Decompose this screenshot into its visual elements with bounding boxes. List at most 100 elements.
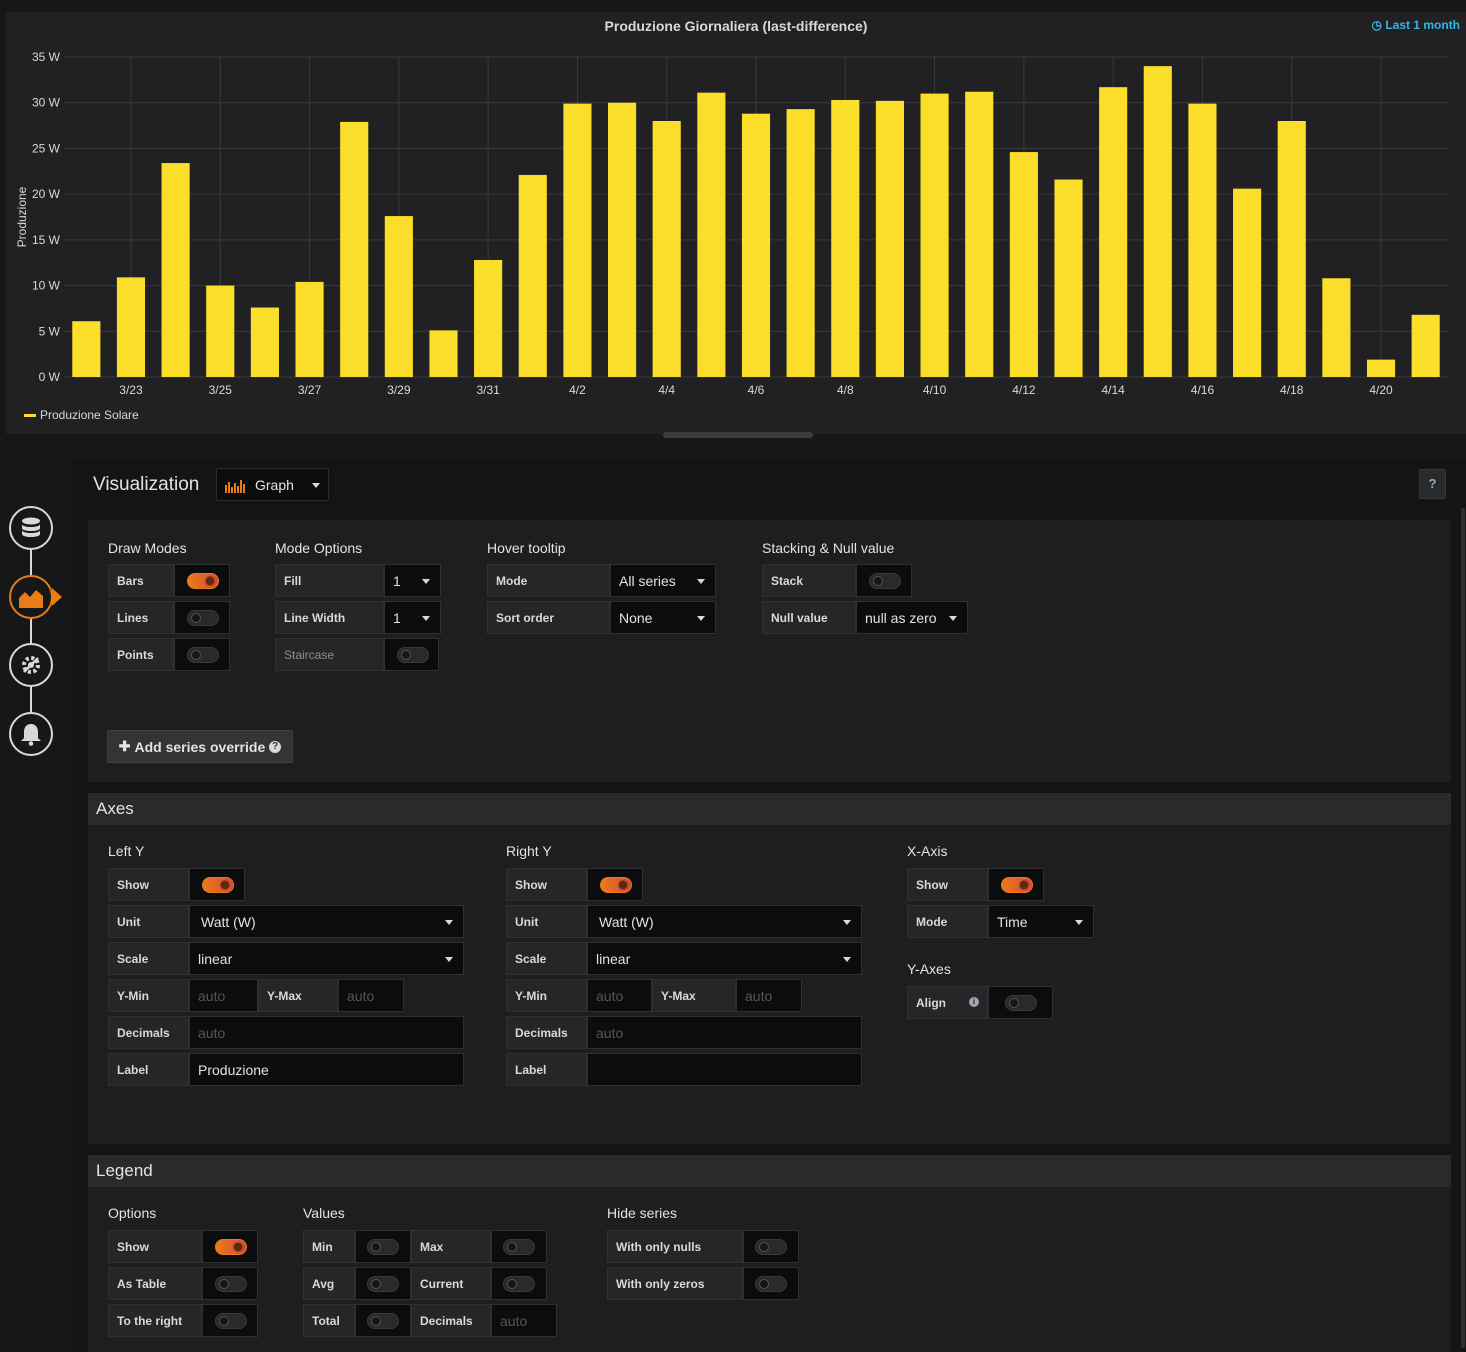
- bar-chart: 0 W 5 W 10 W 15 W 20 W 25 W 30 W 35 W 3/23 3/25 3/…: [15, 50, 1448, 397]
- visualization-tab-button[interactable]: [9, 575, 53, 619]
- chevron-down-icon: [445, 920, 453, 925]
- toggle-knob: [219, 1316, 229, 1326]
- bar: [875, 100, 904, 377]
- left-y-label-input[interactable]: Produzione: [189, 1053, 464, 1086]
- y-tick-label: 20 W: [32, 187, 61, 201]
- x-tick-label: 4/12: [1012, 383, 1036, 397]
- legend-decimals-input[interactable]: auto: [491, 1304, 557, 1337]
- axes-heading[interactable]: Axes: [88, 793, 1451, 825]
- right-y-show-label: Show: [506, 868, 587, 901]
- left-y-show-toggle[interactable]: [202, 877, 234, 893]
- legend-to-right-toggle-box[interactable]: [202, 1304, 258, 1337]
- right-y-show-toggle-box[interactable]: [587, 868, 643, 901]
- general-tab-button[interactable]: [9, 643, 53, 687]
- legend-as-table-toggle[interactable]: [215, 1276, 247, 1292]
- bars-toggle[interactable]: [187, 573, 219, 589]
- legend-avg-toggle[interactable]: [367, 1276, 399, 1292]
- left-y-show-toggle-box[interactable]: [189, 868, 245, 901]
- legend-current-toggle[interactable]: [503, 1276, 535, 1292]
- left-y-scale-row: Scale linear: [108, 942, 464, 975]
- stack-toggle[interactable]: [869, 573, 901, 589]
- bars-toggle-box[interactable]: [174, 564, 230, 597]
- staircase-toggle[interactable]: [397, 647, 429, 663]
- null-value-select[interactable]: null as zero: [856, 601, 968, 634]
- bar: [1143, 66, 1172, 377]
- bar: [206, 285, 235, 377]
- queries-tab-button[interactable]: [9, 506, 53, 550]
- legend-item[interactable]: Produzione Solare: [24, 408, 139, 422]
- legend-min-toggle-box[interactable]: [355, 1230, 411, 1263]
- x-axis-mode-select[interactable]: Time: [988, 905, 1094, 938]
- bar: [652, 121, 681, 377]
- hide-zeros-toggle-box[interactable]: [743, 1267, 799, 1300]
- help-button[interactable]: ?: [1419, 469, 1446, 499]
- left-y-max-input[interactable]: auto: [338, 979, 404, 1012]
- fill-row: Fill 1: [275, 564, 441, 597]
- x-tick-label: 3/31: [476, 383, 500, 397]
- stack-toggle-box[interactable]: [856, 564, 912, 597]
- null-value-label: Null value: [762, 601, 856, 634]
- right-y-unit-select[interactable]: Watt (W): [587, 905, 862, 938]
- editor-scrollbar[interactable]: [1461, 508, 1465, 1348]
- right-y-label-input[interactable]: [587, 1053, 862, 1086]
- legend-label[interactable]: Produzione Solare: [40, 408, 139, 422]
- lines-toggle-box[interactable]: [174, 601, 230, 634]
- left-y-unit-select[interactable]: Watt (W): [189, 905, 464, 938]
- right-y-decimals-input[interactable]: auto: [587, 1016, 862, 1049]
- legend-max-toggle[interactable]: [503, 1239, 535, 1255]
- left-y-decimals-input[interactable]: auto: [189, 1016, 464, 1049]
- y-axes-title: Y-Axes: [907, 961, 951, 977]
- points-toggle[interactable]: [187, 647, 219, 663]
- right-y-max-input[interactable]: auto: [736, 979, 802, 1012]
- right-y-scale-select[interactable]: linear: [587, 942, 862, 975]
- bar: [161, 163, 190, 377]
- tooltip-mode-select[interactable]: All series: [610, 564, 716, 597]
- legend-max-toggle-box[interactable]: [491, 1230, 547, 1263]
- toggle-knob: [507, 1242, 517, 1252]
- staircase-toggle-box[interactable]: [384, 638, 439, 671]
- panel-title[interactable]: Produzione Giornaliera (last-difference): [6, 18, 1466, 34]
- points-toggle-box[interactable]: [174, 638, 230, 671]
- x-axis-show-toggle[interactable]: [1001, 877, 1033, 893]
- legend-current-toggle-box[interactable]: [491, 1267, 547, 1300]
- legend-to-right-toggle[interactable]: [215, 1313, 247, 1329]
- left-y-scale-select[interactable]: linear: [189, 942, 464, 975]
- legend-total-toggle[interactable]: [367, 1313, 399, 1329]
- legend-min-toggle[interactable]: [367, 1239, 399, 1255]
- hide-nulls-toggle-box[interactable]: [743, 1230, 799, 1263]
- legend-avg-toggle-box[interactable]: [355, 1267, 411, 1300]
- y-axes-align-toggle[interactable]: [1005, 995, 1037, 1011]
- visualization-picker[interactable]: Graph: [216, 468, 329, 501]
- y-axes-align-toggle-box[interactable]: [988, 986, 1053, 1019]
- hide-zeros-toggle[interactable]: [755, 1276, 787, 1292]
- y-tick-label: 30 W: [32, 96, 61, 110]
- left-y-min-input[interactable]: auto: [189, 979, 258, 1012]
- sort-order-select[interactable]: None: [610, 601, 716, 634]
- legend-to-right-row: To the right: [108, 1304, 258, 1337]
- lines-toggle[interactable]: [187, 610, 219, 626]
- legend-show-toggle[interactable]: [215, 1239, 247, 1255]
- legend-heading[interactable]: Legend: [88, 1155, 1451, 1187]
- info-icon[interactable]: i: [969, 997, 979, 1007]
- hide-nulls-toggle[interactable]: [755, 1239, 787, 1255]
- question-icon[interactable]: ?: [269, 740, 282, 753]
- panel-resize-handle[interactable]: [663, 432, 813, 438]
- hide-series-title: Hide series: [607, 1205, 678, 1221]
- legend-show-toggle-box[interactable]: [202, 1230, 258, 1263]
- line-width-select[interactable]: 1: [384, 601, 441, 634]
- right-y-show-toggle[interactable]: [600, 877, 632, 893]
- toggle-knob: [1009, 998, 1019, 1008]
- legend-color-swatch[interactable]: [24, 413, 36, 417]
- x-tick-label: 4/8: [837, 383, 854, 397]
- x-axis-show-toggle-box[interactable]: [988, 868, 1044, 901]
- alert-tab-button[interactable]: [9, 712, 53, 756]
- legend-total-toggle-box[interactable]: [355, 1304, 411, 1337]
- fill-select[interactable]: 1: [384, 564, 441, 597]
- graph-icon: [225, 479, 245, 493]
- sort-order-value: None: [619, 609, 653, 626]
- add-series-override-button[interactable]: ✚ Add series override ?: [107, 730, 293, 763]
- toggle-knob: [220, 880, 230, 890]
- legend-as-table-toggle-box[interactable]: [202, 1267, 258, 1300]
- stack-row: Stack: [762, 564, 912, 597]
- right-y-min-input[interactable]: auto: [587, 979, 652, 1012]
